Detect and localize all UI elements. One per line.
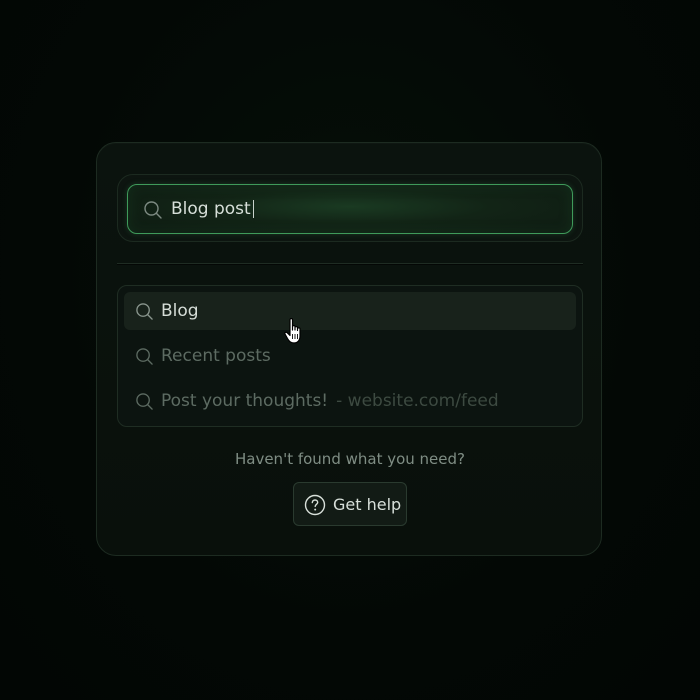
question-circle-icon [304, 494, 326, 516]
search-icon [144, 201, 162, 219]
hand-pointer-cursor-icon [284, 318, 301, 344]
result-url: - website.com/feed [336, 391, 499, 411]
result-label: Blog [161, 301, 199, 321]
result-item-blog[interactable]: Blog [124, 292, 576, 330]
result-label: Recent posts [161, 346, 271, 366]
text-caret [252, 200, 254, 218]
page-background: Blog Recent posts Post your thoughts!- w… [0, 0, 700, 700]
search-field[interactable] [127, 184, 573, 234]
result-item-recent-posts[interactable]: Recent posts [124, 337, 576, 375]
get-help-button[interactable]: Get help [293, 482, 407, 526]
search-icon [136, 303, 153, 320]
search-icon [136, 393, 153, 410]
search-panel: Blog Recent posts Post your thoughts!- w… [96, 142, 602, 556]
get-help-label: Get help [333, 495, 402, 514]
search-field-container [117, 174, 583, 242]
result-item-post-your-thoughts[interactable]: Post your thoughts! - website.com/feed [124, 382, 576, 420]
search-icon [136, 348, 153, 365]
search-input[interactable] [171, 197, 551, 221]
result-label: Post your thoughts! - website.com/feed [161, 391, 499, 411]
help-prompt: Haven't found what you need? [234, 450, 465, 468]
results-list: Blog Recent posts Post your thoughts! - w… [117, 285, 583, 427]
divider [117, 263, 583, 264]
